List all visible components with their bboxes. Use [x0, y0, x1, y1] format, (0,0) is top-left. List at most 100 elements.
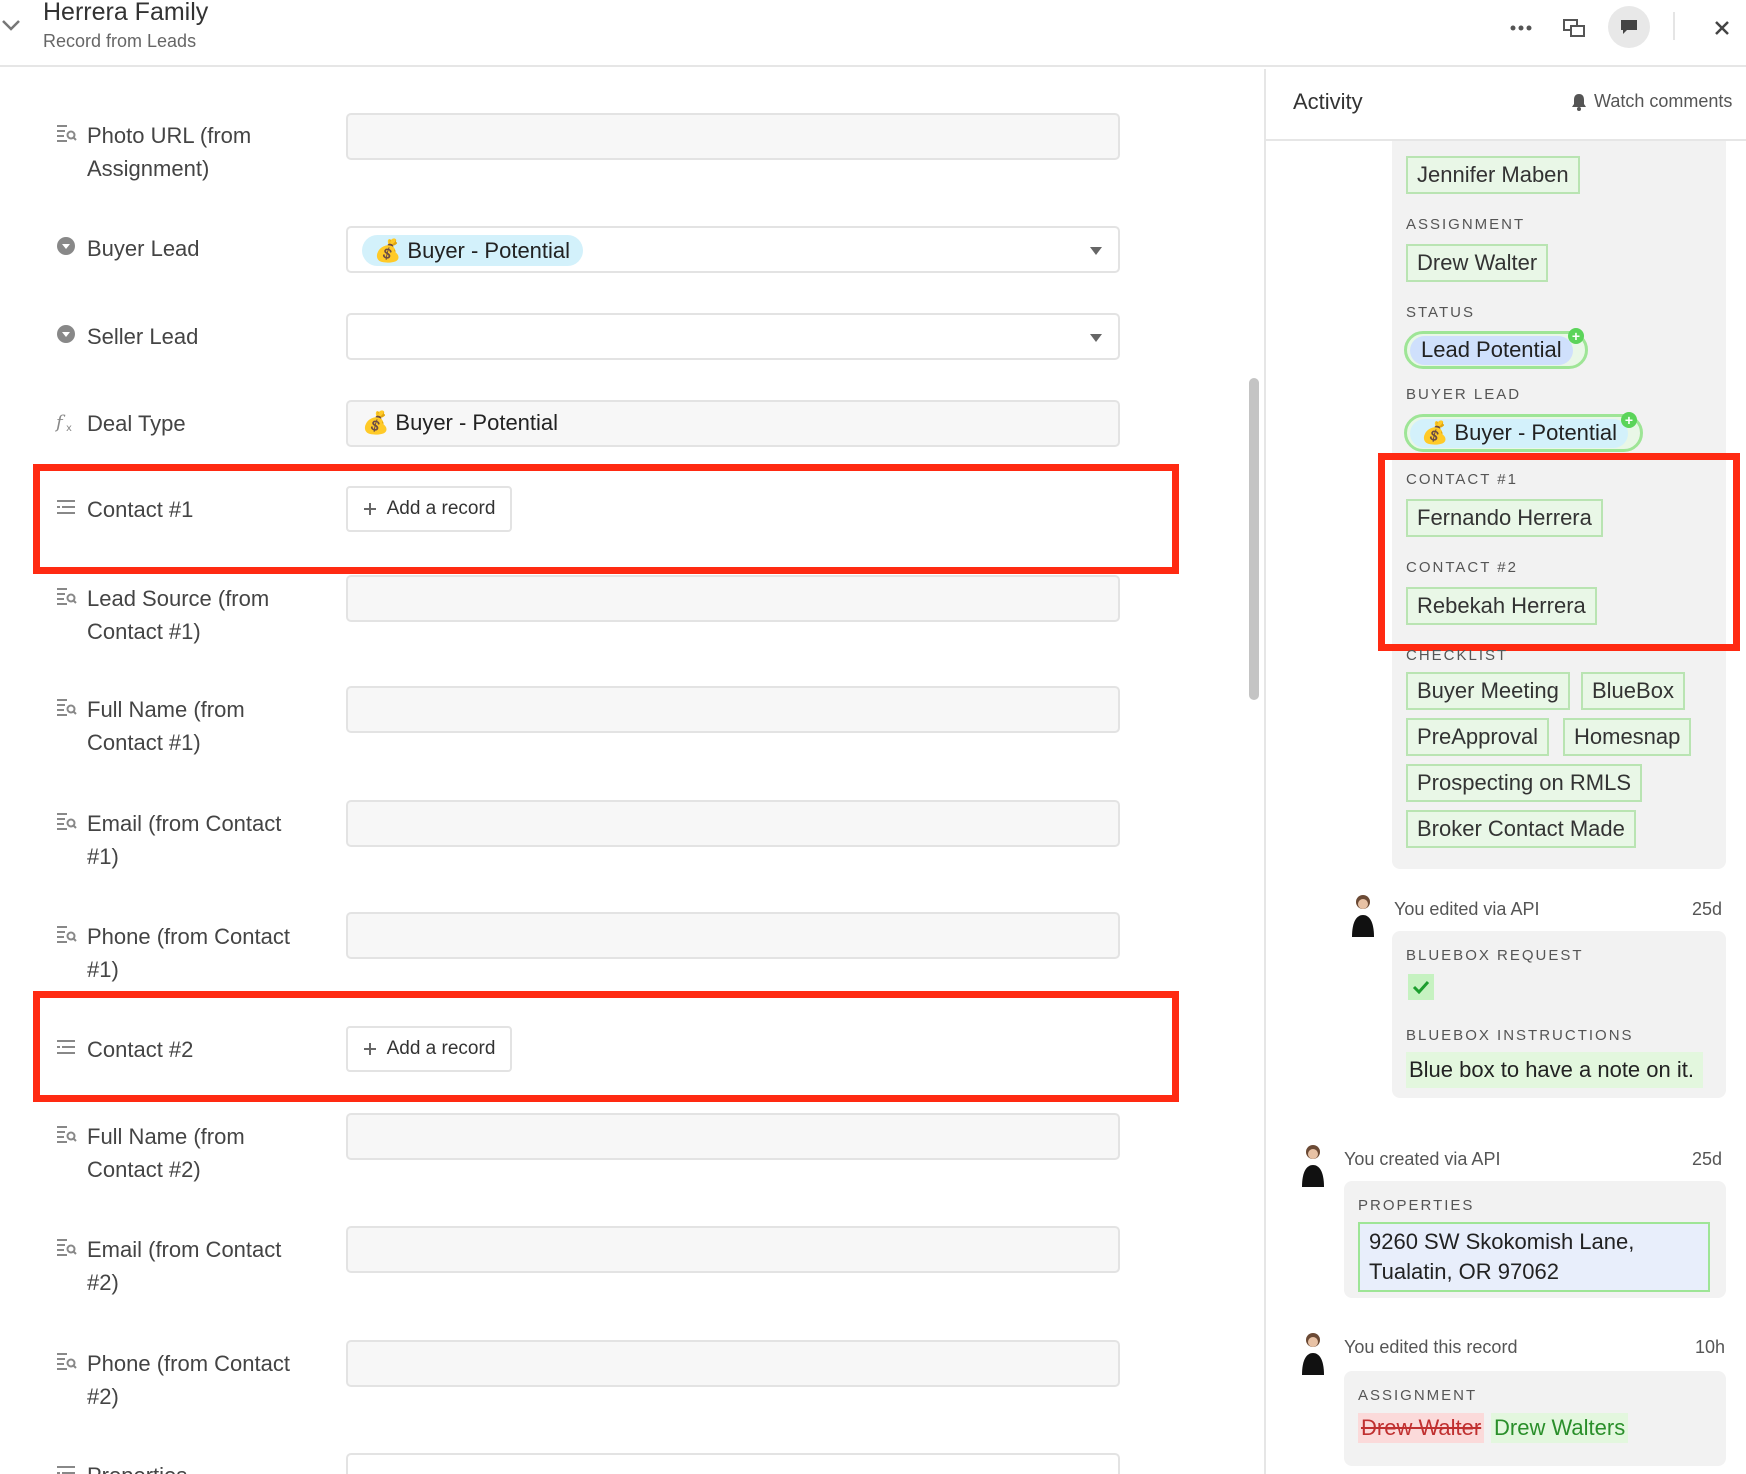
lookup-icon — [57, 1353, 77, 1370]
buyer-lead-chip: 💰 Buyer - Potential — [362, 235, 584, 266]
field-label-text: Email (from Contact #1) — [87, 811, 282, 869]
svg-text:f: f — [55, 412, 66, 432]
assignment-caption: ASSIGNMENT — [1358, 1387, 1478, 1404]
activity-title: Activity — [1293, 89, 1363, 114]
formula-icon: fx — [55, 412, 72, 432]
close-icon[interactable] — [1704, 10, 1740, 46]
checklist-item: BlueBox — [1581, 672, 1685, 710]
property-address: 9260 SW Skokomish Lane, Tualatin, OR 970… — [1358, 1222, 1710, 1292]
plus-icon — [363, 1043, 376, 1055]
added-plus-icon: + — [1568, 328, 1584, 344]
checklist-item: Broker Contact Made — [1406, 810, 1636, 848]
email2-field[interactable] — [346, 1226, 1120, 1273]
field-label-photo-url: Photo URL (from Assignment) — [55, 119, 307, 185]
lookup-icon — [57, 588, 77, 605]
field-label-fullname1: Full Name (from Contact #1) — [55, 693, 307, 759]
field-label-deal-type: fx Deal Type — [55, 407, 307, 440]
avatar — [1302, 1333, 1324, 1375]
activity-panel: Activity Watch comments USERS Jennifer M… — [1264, 69, 1746, 1474]
field-label-text: Photo URL (from Assignment) — [87, 123, 252, 181]
watch-comments-button[interactable]: Watch comments — [1571, 91, 1732, 112]
expand-icon[interactable] — [1556, 10, 1592, 46]
deal-type-value-wrap: 💰 Buyer - Potential — [362, 410, 558, 436]
lookup-icon — [57, 125, 77, 142]
svg-text:x: x — [66, 423, 72, 432]
record-subtitle: Record from Leads — [43, 31, 197, 51]
field-label-buyer-lead: Buyer Lead — [55, 232, 307, 265]
dropdown-arrow-icon[interactable] — [1090, 247, 1102, 255]
checklist-item: Prospecting on RMLS — [1406, 764, 1642, 802]
activity-header: Activity Watch comments — [1266, 69, 1746, 141]
avatar — [1352, 895, 1374, 937]
add-record-button-contact2[interactable]: Add a record — [346, 1026, 512, 1072]
linked-record-icon — [57, 1466, 75, 1474]
status-pill: Lead Potential — [1404, 331, 1588, 369]
field-label-properties: Properties — [55, 1459, 307, 1474]
record-form: Photo URL (from Assignment) Buyer Lead 💰… — [0, 69, 1264, 1474]
checklist-item: PreApproval — [1406, 718, 1550, 756]
properties-field[interactable] — [346, 1453, 1120, 1474]
assignment-caption: ASSIGNMENT — [1406, 216, 1526, 233]
field-label-email1: Email (from Contact #1) — [55, 807, 307, 873]
field-label-lead-source: Lead Source (from Contact #1) — [55, 582, 307, 648]
field-label-phone1: Phone (from Contact #1) — [55, 920, 307, 986]
chevron-down-icon[interactable] — [0, 14, 22, 36]
linked-record-icon — [57, 1040, 75, 1054]
field-label-seller-lead: Seller Lead — [55, 320, 307, 353]
phone1-field[interactable] — [346, 912, 1120, 959]
dropdown-arrow-icon[interactable] — [1090, 334, 1102, 342]
field-label-phone2: Phone (from Contact #2) — [55, 1347, 307, 1413]
assignment-value: Drew Walter — [1406, 244, 1549, 282]
add-record-button-contact1[interactable]: Add a record — [346, 486, 512, 532]
status-caption: STATUS — [1406, 304, 1475, 321]
field-label-email2: Email (from Contact #2) — [55, 1233, 307, 1299]
photo-url-field[interactable] — [346, 113, 1120, 160]
watch-comments-label: Watch comments — [1594, 91, 1733, 111]
buyer-lead-select[interactable]: 💰 Buyer - Potential — [346, 226, 1120, 273]
avatar — [1302, 1145, 1324, 1187]
buyer-lead-pill: 💰 Buyer - Potential — [1404, 414, 1644, 452]
lead-source-field[interactable] — [346, 575, 1120, 622]
field-label-text: Lead Source (from Contact #1) — [87, 586, 270, 644]
field-label-text: Phone (from Contact #1) — [87, 924, 290, 982]
field-label-text: Full Name (from Contact #2) — [87, 1124, 245, 1182]
activity-actor: You created via API — [1344, 1149, 1501, 1169]
checklist-item: Homesnap — [1563, 718, 1692, 756]
highlight-box-contacts — [1378, 453, 1740, 651]
activity-time: 10h — [1695, 1337, 1726, 1357]
lookup-icon — [57, 699, 77, 716]
phone2-field[interactable] — [346, 1340, 1120, 1387]
lookup-icon — [57, 813, 77, 830]
buyer-lead-caption: BUYER LEAD — [1406, 386, 1522, 403]
field-label-contact2: Contact #2 — [55, 1033, 307, 1066]
add-record-label: Add a record — [386, 498, 496, 519]
added-value: Drew Walters — [1491, 1413, 1629, 1443]
scrollbar[interactable] — [1249, 378, 1259, 700]
field-label-text: Deal Type — [87, 411, 186, 436]
fullname2-field[interactable] — [346, 1113, 1120, 1160]
activity-time: 25d — [1692, 899, 1723, 919]
activity-time: 25d — [1692, 1149, 1723, 1169]
lookup-icon — [57, 926, 77, 943]
address-line1: 9260 SW Skokomish Lane, — [1369, 1229, 1635, 1254]
fullname1-field[interactable] — [346, 686, 1120, 733]
email1-field[interactable] — [346, 800, 1120, 847]
bluebox-request-caption: BLUEBOX REQUEST — [1406, 947, 1584, 964]
comment-icon[interactable] — [1608, 6, 1650, 48]
added-plus-icon: + — [1621, 412, 1637, 428]
bell-icon — [1572, 93, 1586, 111]
seller-lead-select[interactable] — [346, 313, 1120, 360]
add-record-label: Add a record — [386, 1038, 496, 1059]
field-label-text: Contact #1 — [87, 497, 194, 522]
header-divider — [1673, 12, 1675, 40]
field-label-text: Seller Lead — [87, 324, 199, 349]
users-value: Jennifer Maben — [1406, 156, 1580, 194]
deal-type-value: Buyer - Potential — [395, 410, 559, 435]
linked-record-icon — [57, 500, 75, 514]
field-label-text: Email (from Contact #2) — [87, 1237, 282, 1295]
more-icon[interactable] — [1503, 10, 1539, 46]
record-header: Herrera Family Record from Leads — [0, 0, 1746, 67]
field-label-text: Contact #2 — [87, 1037, 194, 1062]
checklist-caption: CHECKLIST — [1406, 647, 1509, 664]
checklist-item: Buyer Meeting — [1406, 672, 1570, 710]
